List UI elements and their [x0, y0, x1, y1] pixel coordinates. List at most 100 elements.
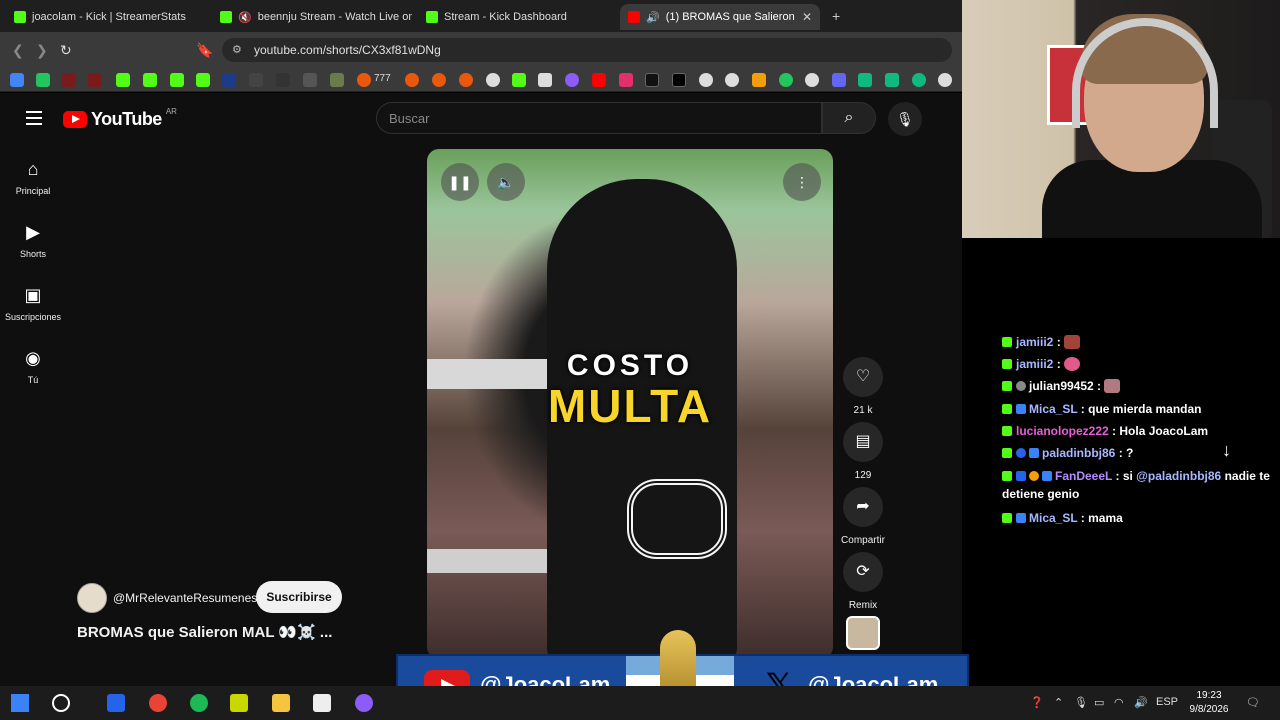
- sidebar-item-tu[interactable]: ◉ Tú: [0, 348, 66, 385]
- channel-avatar[interactable]: [77, 583, 107, 613]
- more-options-button[interactable]: ⋮: [783, 163, 821, 201]
- tab-youtube-short[interactable]: 🔊 (1) BROMAS que Salieron MAL ✕: [620, 4, 820, 30]
- battery-icon[interactable]: ▭: [1094, 696, 1104, 709]
- file-explorer-icon[interactable]: [272, 694, 290, 712]
- bookmark-icon[interactable]: [486, 73, 500, 87]
- bookmark-label[interactable]: 777: [374, 73, 391, 84]
- wifi-icon[interactable]: ◠: [1114, 696, 1124, 709]
- sound-thumbnail[interactable]: [846, 616, 880, 650]
- volume-icon[interactable]: 🔊: [1134, 696, 1148, 709]
- chat-username[interactable]: julian99452: [1029, 379, 1094, 393]
- capcut-icon[interactable]: [313, 694, 331, 712]
- bookmark-icon[interactable]: [303, 73, 317, 87]
- help-icon[interactable]: ❓: [1030, 696, 1044, 709]
- sidebar-item-shorts[interactable]: ▶ Shorts: [0, 222, 66, 259]
- chat-username[interactable]: Mica_SL: [1029, 402, 1077, 416]
- bookmark-icon[interactable]: [330, 73, 344, 87]
- app-icon[interactable]: [230, 694, 248, 712]
- subscribe-button[interactable]: Suscribirse: [256, 581, 342, 613]
- chat-username[interactable]: jamiii2: [1016, 335, 1053, 349]
- search-input[interactable]: Buscar: [376, 102, 822, 134]
- share-button[interactable]: ➦ Compartir: [840, 487, 886, 546]
- chat-username[interactable]: lucianolopez222: [1016, 424, 1109, 438]
- bookmark-icon[interactable]: [912, 73, 926, 87]
- bookmark-icon[interactable]: [805, 73, 819, 87]
- kick-icon[interactable]: [196, 73, 210, 87]
- tiktok-icon[interactable]: [645, 73, 659, 87]
- bookmark-icon[interactable]: [276, 73, 290, 87]
- bookmark-icon[interactable]: [512, 73, 526, 87]
- bookmark-icon[interactable]: [565, 73, 579, 87]
- bookmark-icon[interactable]: [62, 73, 76, 87]
- chat-username[interactable]: paladinbbj86: [1042, 446, 1115, 460]
- forward-icon[interactable]: ❯: [36, 42, 48, 59]
- bookmark-icon[interactable]: [88, 73, 102, 87]
- drive-icon[interactable]: [10, 73, 24, 87]
- url-field[interactable]: ⚙ youtube.com/shorts/CX3xf81wDNg: [222, 38, 952, 62]
- bookmark-icon[interactable]: [885, 73, 899, 87]
- language-indicator[interactable]: ESP: [1156, 696, 1178, 708]
- settings-icon[interactable]: [938, 73, 952, 87]
- system-clock[interactable]: 19:23 9/8/2026: [1184, 689, 1234, 717]
- windows-start-icon[interactable]: [11, 694, 29, 712]
- bookmark-icon[interactable]: [538, 73, 552, 87]
- search-button[interactable]: ⌕: [822, 102, 876, 134]
- bookmark-icon[interactable]: [832, 73, 846, 87]
- bookmark-icon[interactable]: [222, 73, 236, 87]
- chat-username[interactable]: jamiii2: [1016, 357, 1053, 371]
- mail-icon[interactable]: [107, 694, 125, 712]
- short-video-player[interactable]: ❚❚ 🔈 ⋮ COSTO MULTA: [427, 149, 833, 659]
- obs-icon[interactable]: [355, 694, 373, 712]
- microphone-icon[interactable]: 🎙: [1074, 696, 1088, 709]
- remix-button[interactable]: ⟳ Remix: [840, 552, 886, 611]
- channel-name[interactable]: @MrRelevanteResumenes: [113, 591, 257, 605]
- bookmark-icon[interactable]: [249, 73, 263, 87]
- comments-button[interactable]: ▤ 129: [840, 422, 886, 481]
- voice-search-button[interactable]: 🎙: [888, 102, 922, 136]
- tab-kick-dashboard[interactable]: Stream - Kick Dashboard: [418, 4, 618, 30]
- reload-icon[interactable]: ↻: [60, 42, 72, 59]
- scroll-down-icon[interactable]: ↓: [1222, 440, 1231, 461]
- tray-expand-icon[interactable]: ⌃: [1054, 696, 1063, 709]
- bookmark-icon[interactable]: [459, 73, 473, 87]
- search-icon[interactable]: [52, 694, 70, 712]
- bookmark-icon[interactable]: [432, 73, 446, 87]
- site-info-icon[interactable]: ⚙: [232, 43, 242, 56]
- chat-mention[interactable]: @paladinbbj86: [1136, 469, 1221, 483]
- chat-username[interactable]: FanDeeeL: [1055, 469, 1112, 483]
- chat-message: FanDeeeL : si @paladinbbj86 nadie te det…: [1002, 469, 1270, 501]
- channel-info[interactable]: @MrRelevanteResumenes: [77, 583, 257, 613]
- kick-icon[interactable]: [170, 73, 184, 87]
- back-icon[interactable]: ❮: [12, 42, 24, 59]
- bookmark-icon[interactable]: 🔖: [196, 42, 213, 59]
- close-tab-icon[interactable]: ✕: [802, 10, 812, 24]
- chat-username[interactable]: Mica_SL: [1029, 511, 1077, 525]
- sidebar-item-suscripciones[interactable]: ▣ Suscripciones: [0, 285, 66, 322]
- youtube-icon[interactable]: [592, 73, 606, 87]
- bookmark-icon[interactable]: [779, 73, 793, 87]
- kick-icon[interactable]: [116, 73, 130, 87]
- bookmark-icon[interactable]: [36, 73, 50, 87]
- bookmark-icon[interactable]: [357, 73, 371, 87]
- pause-button[interactable]: ❚❚: [441, 163, 479, 201]
- tab-streamerstats[interactable]: joacolam - Kick | StreamerStats: [6, 4, 206, 30]
- bookmark-icon[interactable]: [752, 73, 766, 87]
- chrome-icon[interactable]: [149, 694, 167, 712]
- menu-icon[interactable]: [26, 111, 42, 129]
- like-button[interactable]: ♡ 21 k: [840, 357, 886, 416]
- video-title[interactable]: BROMAS que Salieron MAL 👀☠️ ...: [77, 623, 332, 641]
- sidebar-item-principal[interactable]: ⌂ Principal: [0, 159, 66, 196]
- bookmark-icon[interactable]: [858, 73, 872, 87]
- x-icon[interactable]: [672, 73, 686, 87]
- google-icon[interactable]: [699, 73, 713, 87]
- tab-beennju[interactable]: 🔇 beennju Stream - Watch Live on K: [212, 4, 412, 30]
- spotify-icon[interactable]: [190, 694, 208, 712]
- youtube-logo[interactable]: YouTube AR: [63, 107, 177, 130]
- instagram-icon[interactable]: [619, 73, 633, 87]
- notifications-icon[interactable]: 🗨: [1246, 696, 1260, 709]
- google-icon[interactable]: [725, 73, 739, 87]
- kick-icon[interactable]: [143, 73, 157, 87]
- bookmark-icon[interactable]: [405, 73, 419, 87]
- new-tab-button[interactable]: +: [832, 8, 840, 24]
- volume-button[interactable]: 🔈: [487, 163, 525, 201]
